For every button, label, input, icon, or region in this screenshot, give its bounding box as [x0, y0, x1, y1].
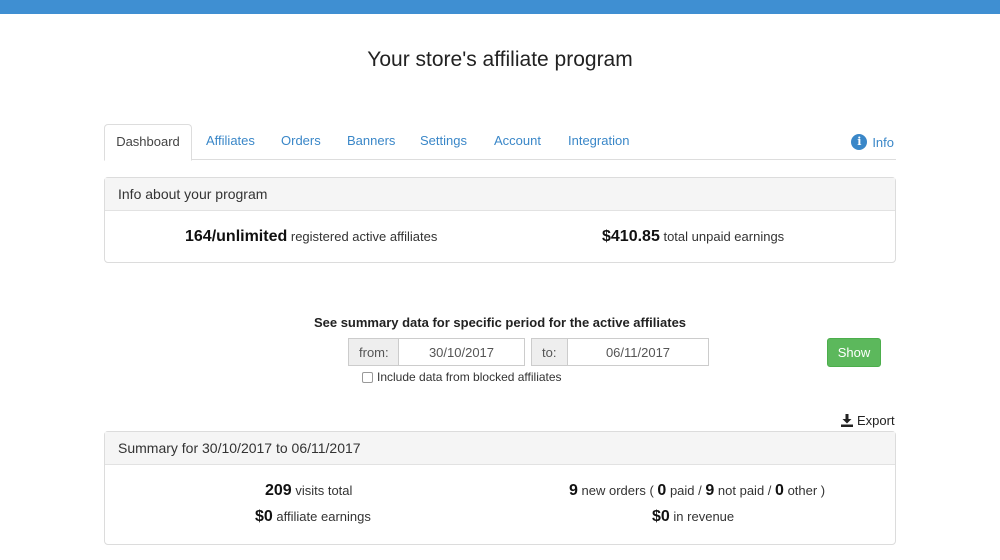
export-label: Export — [857, 413, 895, 428]
affiliates-count-value: 164/unlimited — [185, 228, 288, 245]
info-link[interactable]: i Info — [851, 134, 894, 150]
affiliate-earnings-stat: $0 affiliate earnings — [255, 508, 371, 526]
visits-value: 209 — [265, 482, 292, 499]
summary-heading: Summary for 30/10/2017 to 06/11/2017 — [105, 432, 895, 465]
tab-affiliates[interactable]: Affiliates — [206, 124, 255, 158]
program-info-heading: Info about your program — [105, 178, 895, 211]
info-link-label: Info — [872, 134, 894, 150]
include-blocked-label: Include data from blocked affiliates — [377, 370, 562, 384]
revenue-label: in revenue — [673, 509, 735, 524]
summary-panel: Summary for 30/10/2017 to 06/11/2017 209… — [104, 431, 896, 545]
tab-settings[interactable]: Settings — [420, 124, 467, 158]
affiliate-earnings-label: affiliate earnings — [276, 509, 371, 524]
to-date-input[interactable] — [567, 338, 709, 366]
paid-orders-value: 0 — [657, 482, 667, 499]
not-paid-orders-value: 9 — [705, 482, 715, 499]
download-icon — [841, 414, 853, 427]
include-blocked-checkbox[interactable] — [362, 371, 373, 383]
show-button[interactable]: Show — [827, 338, 881, 367]
export-button[interactable]: Export — [841, 413, 895, 428]
unpaid-earnings-stat: $410.85 total unpaid earnings — [602, 228, 784, 246]
tab-integration[interactable]: Integration — [568, 124, 629, 158]
unpaid-earnings-label: total unpaid earnings — [663, 229, 785, 244]
tab-dashboard[interactable]: Dashboard — [104, 124, 192, 161]
from-date-input[interactable] — [398, 338, 525, 366]
new-orders-value: 9 — [569, 482, 578, 499]
visits-label: visits total — [295, 483, 353, 498]
from-label: from: — [348, 338, 399, 366]
top-bar — [0, 0, 1000, 14]
other-orders-value: 0 — [775, 482, 784, 499]
other-orders-label: other ) — [787, 483, 826, 498]
affiliates-count-label: registered active affiliates — [290, 229, 438, 244]
page-title: Your store's affiliate program — [367, 48, 633, 71]
paid-orders-label: paid / — [669, 483, 702, 498]
affiliates-count-stat: 164/unlimited registered active affiliat… — [185, 228, 437, 246]
revenue-value: $0 — [652, 508, 670, 525]
tab-banners[interactable]: Banners — [347, 124, 395, 158]
visits-stat: 209 visits total — [265, 482, 352, 500]
to-label: to: — [531, 338, 568, 366]
affiliate-earnings-value: $0 — [255, 508, 273, 525]
not-paid-orders-label: not paid / — [717, 483, 772, 498]
tab-bar: Dashboard Affiliates Orders Banners Sett… — [104, 124, 896, 161]
new-orders-label: new orders ( — [581, 483, 654, 498]
info-circle-icon: i — [851, 134, 868, 150]
program-info-panel: Info about your program 164/unlimited re… — [104, 177, 896, 263]
unpaid-earnings-value: $410.85 — [602, 228, 660, 245]
period-filter-title: See summary data for specific period for… — [313, 315, 687, 330]
orders-stat: 9 new orders ( 0 paid / 9 not paid / 0 o… — [569, 482, 825, 500]
tab-orders[interactable]: Orders — [281, 124, 321, 158]
include-blocked-row[interactable]: Include data from blocked affiliates — [362, 370, 562, 384]
revenue-stat: $0 in revenue — [652, 508, 734, 526]
tab-account[interactable]: Account — [494, 124, 541, 158]
